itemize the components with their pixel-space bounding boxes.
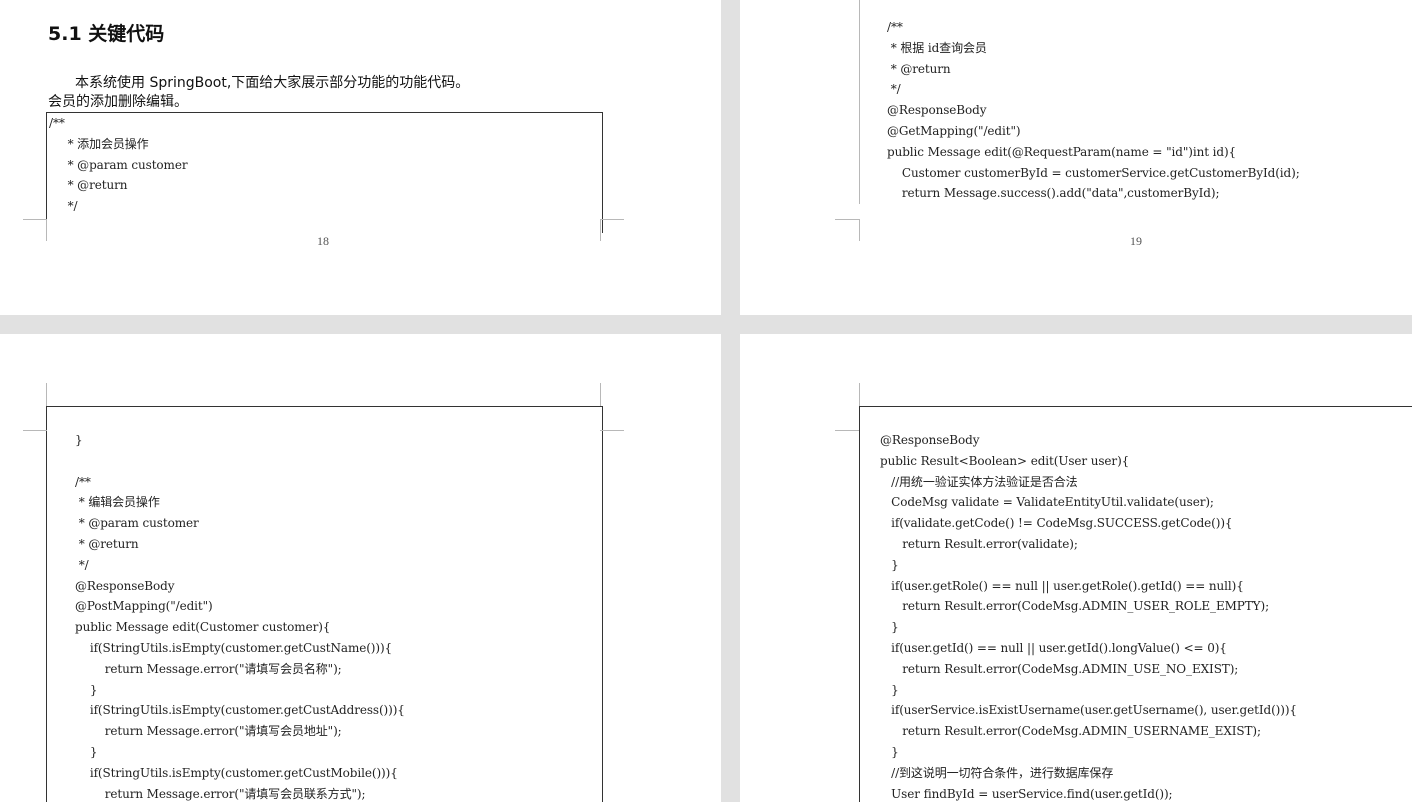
code-line: } bbox=[880, 557, 899, 572]
code-line: @ResponseBody bbox=[75, 578, 175, 593]
code-line: return Result.error(CodeMsg.ADMIN_USE_NO… bbox=[880, 661, 1239, 676]
margin-marker bbox=[600, 219, 624, 220]
code-line: @ResponseBody bbox=[880, 433, 980, 447]
code-line: if(userService.isExistUsername(user.getU… bbox=[880, 703, 1297, 718]
code-line: /** bbox=[887, 20, 903, 34]
section-heading: 5.1 关键代码 bbox=[48, 23, 165, 45]
margin-marker bbox=[859, 383, 860, 407]
code-line: Customer customerById = customerService.… bbox=[887, 165, 1300, 180]
code-block: } /** * 编辑会员操作 * @param customer * @retur… bbox=[75, 430, 405, 802]
code-line: * @return bbox=[887, 61, 951, 76]
document-page-18: 5.1 关键代码 本系统使用 SpringBoot,下面给大家展示部分功能的功能… bbox=[0, 0, 721, 315]
code-line: if(validate.getCode() != CodeMsg.SUCCESS… bbox=[880, 516, 1233, 531]
document-page-19: /** * 根据 id查询会员 * @return */ @ResponseBod… bbox=[740, 0, 1412, 315]
margin-marker bbox=[835, 219, 859, 220]
margin-marker bbox=[46, 219, 47, 241]
code-line: @PostMapping("/edit") bbox=[75, 599, 213, 614]
code-line: * 根据 id查询会员 bbox=[887, 40, 987, 55]
code-line: * 添加会员操作 bbox=[49, 136, 149, 151]
code-line: @ResponseBody bbox=[887, 103, 987, 118]
code-line: public Result<Boolean> edit(User user){ bbox=[880, 453, 1130, 468]
code-line: } bbox=[75, 744, 98, 759]
margin-marker bbox=[600, 430, 624, 431]
code-line: return Message.error("请填写会员地址"); bbox=[75, 724, 342, 739]
code-line: } bbox=[880, 744, 899, 759]
code-block: /** * 添加会员操作 * @param customer * @return… bbox=[49, 113, 188, 217]
code-line: if(StringUtils.isEmpty(customer.getCustA… bbox=[75, 703, 405, 718]
margin-marker bbox=[600, 383, 601, 407]
code-line: return Message.success().add("data",cust… bbox=[887, 186, 1220, 201]
code-line: if(StringUtils.isEmpty(customer.getCustM… bbox=[75, 765, 398, 780]
code-line: if(user.getRole() == null || user.getRol… bbox=[880, 578, 1244, 593]
code-line: public Message edit(@RequestParam(name =… bbox=[887, 144, 1237, 159]
code-block: /** * 根据 id查询会员 * @return */ @ResponseBod… bbox=[887, 17, 1300, 204]
code-line: /** bbox=[75, 474, 91, 489]
code-line: * @param customer bbox=[49, 157, 188, 172]
code-line: CodeMsg validate = ValidateEntityUtil.va… bbox=[880, 495, 1214, 510]
code-line: } bbox=[880, 682, 899, 697]
code-line: } bbox=[75, 433, 83, 447]
intro-paragraph: 本系统使用 SpringBoot,下面给大家展示部分功能的功能代码。 bbox=[75, 75, 470, 91]
code-line: public Message edit(Customer customer){ bbox=[75, 620, 331, 635]
code-line: @GetMapping("/edit") bbox=[887, 123, 1021, 138]
subtitle-paragraph: 会员的添加删除编辑。 bbox=[48, 94, 188, 110]
code-line: } bbox=[880, 620, 899, 635]
code-line: if(StringUtils.isEmpty(customer.getCustN… bbox=[75, 640, 393, 655]
code-line: //到这说明一切符合条件，进行数据库保存 bbox=[880, 765, 1114, 780]
code-line: /** bbox=[49, 116, 65, 130]
code-line: return Result.error(validate); bbox=[880, 536, 1078, 551]
page-number: 18 bbox=[317, 234, 329, 248]
code-line: return Result.error(CodeMsg.ADMIN_USERNA… bbox=[880, 724, 1261, 739]
margin-marker bbox=[859, 0, 860, 204]
code-line: * @return bbox=[49, 178, 128, 193]
margin-marker bbox=[46, 383, 47, 407]
code-line: return Result.error(CodeMsg.ADMIN_USER_R… bbox=[880, 599, 1270, 614]
code-line: //用统一验证实体方法验证是否合法 bbox=[880, 474, 1078, 489]
code-line: */ bbox=[887, 82, 901, 97]
code-line: User findById = userService.find(user.ge… bbox=[880, 786, 1173, 801]
code-line: */ bbox=[75, 557, 89, 572]
code-line: return Message.error("请填写会员名称"); bbox=[75, 661, 342, 676]
margin-marker bbox=[835, 430, 859, 431]
code-block: @ResponseBody public Result<Boolean> edit… bbox=[880, 430, 1297, 802]
code-line: * @param customer bbox=[75, 516, 199, 531]
document-page-continued: } /** * 编辑会员操作 * @param customer * @retur… bbox=[0, 334, 721, 802]
code-line: } bbox=[75, 682, 98, 697]
margin-marker bbox=[23, 430, 47, 431]
code-line: * 编辑会员操作 bbox=[75, 495, 160, 510]
code-line: if(user.getId() == null || user.getId().… bbox=[880, 640, 1227, 655]
code-line: */ bbox=[49, 199, 78, 214]
margin-marker bbox=[23, 219, 47, 220]
margin-marker bbox=[600, 219, 601, 241]
margin-marker bbox=[859, 219, 860, 241]
document-page-continued-2: @ResponseBody public Result<Boolean> edit… bbox=[740, 334, 1412, 802]
code-line: * @return bbox=[75, 536, 139, 551]
page-number: 19 bbox=[1130, 234, 1142, 248]
code-line: return Message.error("请填写会员联系方式"); bbox=[75, 786, 366, 801]
